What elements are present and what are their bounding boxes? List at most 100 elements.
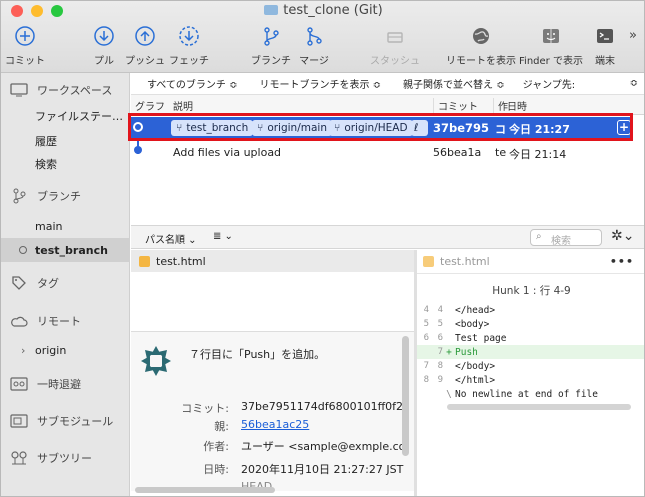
toolbar: test_clone (Git) コミット プル プッシュ フェッチ ブランチ … <box>1 1 644 73</box>
diff-horizontal-scrollbar[interactable] <box>447 404 631 410</box>
hunk-header: Hunk 1 : 行 4-9 <box>492 285 571 297</box>
stash-label: スタッシュ <box>370 56 420 67</box>
fetch-button[interactable]: フェッチ <box>159 23 219 67</box>
branch-filter-select[interactable]: すべてのブランチ ≎ <box>147 76 237 91</box>
diff-line: 8 9 </html> <box>417 373 644 387</box>
sidebar-group-submodules[interactable]: サブモジュール <box>1 408 130 434</box>
gear-icon[interactable]: ✲⌄ <box>611 228 634 244</box>
diff-line: 4 4 </head> <box>417 303 644 317</box>
toolbar-overflow-button[interactable]: » <box>629 28 637 43</box>
arrow-down-circle-icon <box>91 23 117 49</box>
commit-sha: 37be7951174df6800101ff0f22 <box>241 400 406 413</box>
commit-message: ７行目に「Push」を追加。 <box>189 348 326 361</box>
sidebar-group-stash[interactable]: 一時退避 <box>1 371 130 397</box>
sidebar-group-workspace[interactable]: ワークスペース <box>1 77 130 103</box>
commit-button[interactable]: コミット <box>1 23 55 67</box>
column-author[interactable]: 作 <box>493 98 508 113</box>
diff-line-added: 7 + Push <box>417 345 644 359</box>
sort-by-path-select[interactable]: パス名順 ⌄ <box>145 231 197 246</box>
author-label: 作者: <box>203 440 229 453</box>
plus-circle-icon <box>12 23 38 49</box>
sidebar-group-label: サブモジュール <box>37 415 114 428</box>
new-line-number: 9 <box>437 375 443 385</box>
stash-icon <box>9 376 29 392</box>
show-in-finder-button[interactable]: Finder で表示 <box>519 23 583 67</box>
fetch-label: フェッチ <box>169 56 209 67</box>
date-value: 2020年11月10日 21:27:27 JST <box>241 463 404 476</box>
sidebar-group-branches[interactable]: ブランチ <box>1 183 130 209</box>
sidebar-item-test-branch[interactable]: test_branch <box>1 238 130 262</box>
view-mode-select[interactable]: ≣ ⌄ <box>213 231 233 242</box>
author-value: ユーザー <sample@exmple.co <box>241 440 406 453</box>
scrollbar[interactable] <box>402 336 409 456</box>
sidebar-group-tags[interactable]: タグ <box>1 270 130 296</box>
search-field[interactable]: ⌕ 検索 <box>530 229 602 247</box>
diff-text: No newline at end of file <box>455 388 598 400</box>
new-line-number: 7 <box>437 347 443 357</box>
jump-to-select[interactable]: ジャンプ先: <box>523 76 576 91</box>
sidebar-item-main[interactable]: main <box>1 214 130 238</box>
terminal-label: 端末 <box>595 56 615 67</box>
more-options-button[interactable]: ••• <box>610 255 634 268</box>
new-line-number: 8 <box>437 361 443 371</box>
sidebar-group-label: リモート <box>37 315 81 328</box>
tag-icon <box>9 275 29 291</box>
sidebar-item-origin[interactable]: › origin <box>1 338 130 362</box>
sidebar-item-label: main <box>35 219 63 233</box>
sidebar-item-search[interactable]: 検索 <box>1 152 130 176</box>
sidebar: ワークスペース ファイルステー… 履歴 検索 ブランチ main test_br… <box>1 73 130 496</box>
sidebar-item-label: test_branch <box>35 243 108 257</box>
old-line-number: 6 <box>423 333 429 343</box>
diff-line: 5 5 <body> <box>417 317 644 331</box>
branch-icon <box>9 188 29 204</box>
sidebar-group-label: タグ <box>37 277 59 290</box>
commit-author: te <box>495 146 507 159</box>
diff-file-name: test.html <box>440 255 490 268</box>
commit-label: コミット: <box>181 402 229 415</box>
parent-commit-link[interactable]: 56bea1ac25 <box>241 418 309 431</box>
stash-button[interactable]: スタッシュ <box>365 23 425 67</box>
diff-header: test.html ••• <box>417 250 644 274</box>
highlight-box <box>128 113 633 141</box>
terminal-button[interactable]: 端末 <box>575 23 635 67</box>
horizontal-scrollbar[interactable] <box>135 487 275 493</box>
file-modified-icon <box>423 256 434 267</box>
column-date[interactable]: 日時 <box>507 98 527 113</box>
diff-text: Test page <box>455 332 507 344</box>
sort-order-select[interactable]: 親子関係で並べ替え ≎ <box>403 76 505 91</box>
fetch-circle-icon <box>176 23 202 49</box>
cloud-icon <box>9 313 29 329</box>
terminal-icon <box>592 23 618 49</box>
sidebar-item-label: 履歴 <box>35 135 57 148</box>
stash-icon <box>382 23 408 49</box>
diff-text: Push <box>455 346 478 358</box>
diff-text: <body> <box>455 318 490 330</box>
file-list-item[interactable]: test.html <box>131 250 414 272</box>
sidebar-item-history[interactable]: 履歴 <box>1 129 130 153</box>
window-title: test_clone (Git) <box>1 3 644 18</box>
remote-branch-select[interactable]: リモートブランチを表示 ≎ <box>259 76 381 91</box>
old-line-number: 7 <box>423 361 429 371</box>
sidebar-group-subtrees[interactable]: サブツリー <box>1 445 130 471</box>
window-title-text: test_clone (Git) <box>283 3 383 18</box>
show-remote-label: リモートを表示 <box>446 56 516 67</box>
sidebar-group-remotes[interactable]: リモート <box>1 308 130 334</box>
column-commit[interactable]: コミット <box>433 98 478 113</box>
commit-row[interactable]: Add files via upload 56bea1a te 今日 21:14 <box>131 141 633 163</box>
column-graph[interactable]: グラフ <box>135 98 165 113</box>
diff-text: </head> <box>455 304 496 316</box>
diff-sign: \ <box>446 388 452 400</box>
current-branch-icon <box>19 246 27 254</box>
merge-button[interactable]: マージ <box>284 23 344 67</box>
sidebar-item-file-status[interactable]: ファイルステー… <box>1 104 130 128</box>
date-label: 日時: <box>203 463 229 476</box>
sidebar-group-label: 一時退避 <box>37 378 81 391</box>
merge-icon <box>301 23 327 49</box>
diff-line: \ No newline at end of file <box>417 387 644 401</box>
folder-icon <box>264 5 279 15</box>
column-description[interactable]: 説明 <box>173 98 193 113</box>
show-remote-button[interactable]: リモートを表示 <box>446 23 516 67</box>
submodule-icon <box>9 413 29 429</box>
file-name: test.html <box>156 254 206 268</box>
sidebar-group-label: ブランチ <box>37 190 81 203</box>
